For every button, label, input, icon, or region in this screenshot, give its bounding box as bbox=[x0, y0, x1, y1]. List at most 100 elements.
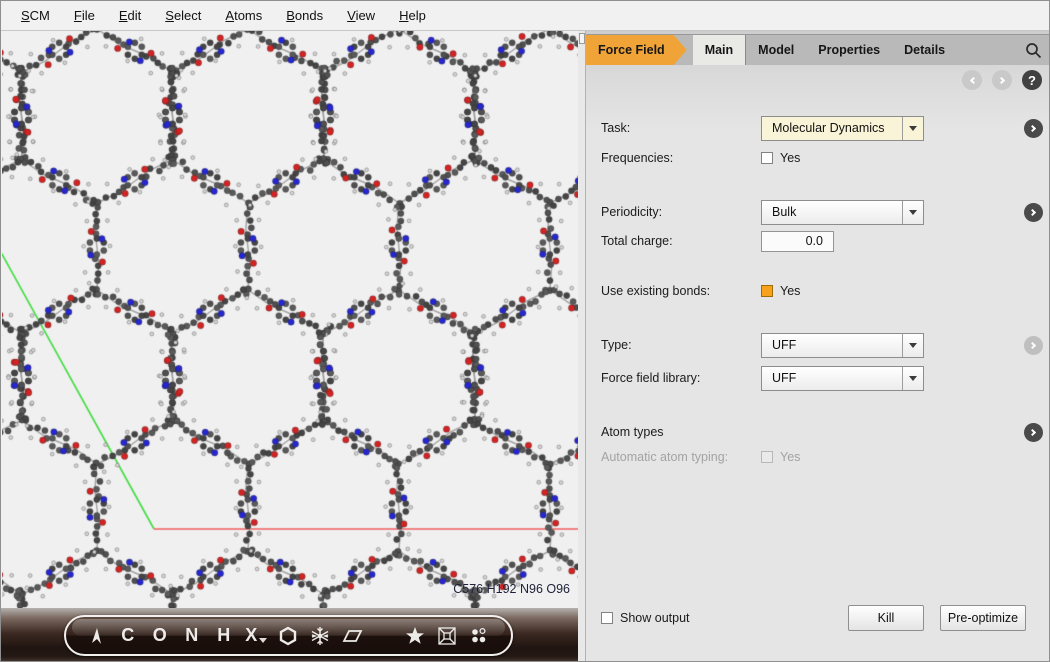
help-button[interactable]: ? bbox=[1022, 70, 1042, 90]
menu-scm[interactable]: SCM bbox=[11, 4, 60, 27]
chevron-right-icon bbox=[1029, 428, 1036, 435]
dropdown-arrow-icon[interactable] bbox=[902, 367, 923, 390]
row-use-existing-bonds: Use existing bonds: Yes bbox=[601, 278, 1043, 304]
element-c-label: C bbox=[121, 625, 135, 646]
row-total-charge: Total charge: bbox=[601, 228, 1043, 254]
element-c-button[interactable]: C bbox=[115, 621, 141, 651]
menu-file[interactable]: File bbox=[64, 4, 105, 27]
periodicity-label: Periodicity: bbox=[601, 205, 761, 219]
row-frequencies: Frequencies: Yes bbox=[601, 145, 1043, 171]
caret-down-icon bbox=[259, 638, 267, 643]
nav-back-button[interactable] bbox=[962, 70, 982, 90]
use-existing-bonds-checkbox[interactable] bbox=[761, 285, 773, 297]
row-automatic-atom-typing: Automatic atom typing: Yes bbox=[601, 444, 1043, 470]
periodicity-dropdown[interactable]: Bulk bbox=[761, 200, 924, 225]
pointer-icon[interactable] bbox=[83, 621, 109, 651]
show-output-checkbox[interactable] bbox=[601, 612, 613, 624]
periodicity-detail-button[interactable] bbox=[1024, 203, 1043, 222]
tab-main[interactable]: Main bbox=[693, 35, 745, 65]
total-charge-label: Total charge: bbox=[601, 234, 761, 248]
force-field-library-value: UFF bbox=[762, 367, 902, 390]
type-value: UFF bbox=[762, 334, 902, 357]
element-n-label: N bbox=[185, 625, 199, 646]
task-value: Molecular Dynamics bbox=[762, 117, 902, 140]
row-task: Task: Molecular Dynamics bbox=[601, 115, 1043, 141]
kill-button[interactable]: Kill bbox=[848, 605, 924, 631]
dropdown-arrow-icon[interactable] bbox=[902, 334, 923, 357]
ring-icon[interactable] bbox=[275, 621, 301, 651]
row-force-field-library: Force field library: UFF bbox=[601, 365, 1043, 391]
force-field-library-label: Force field library: bbox=[601, 371, 761, 385]
settings-panel: Force Field Main Model Properties Detail… bbox=[578, 31, 1050, 662]
search-icon[interactable] bbox=[1025, 35, 1050, 65]
dropdown-arrow-icon[interactable] bbox=[902, 201, 923, 224]
viewer-toolbar: C O N H X bbox=[64, 615, 513, 656]
element-n-button[interactable]: N bbox=[179, 621, 205, 651]
panel-body: Force Field Main Model Properties Detail… bbox=[586, 31, 1050, 662]
plane-icon[interactable] bbox=[339, 621, 365, 651]
task-dropdown[interactable]: Molecular Dynamics bbox=[761, 116, 924, 141]
tab-details[interactable]: Details bbox=[892, 35, 957, 65]
chevron-right-icon bbox=[1029, 124, 1036, 131]
tabbar: Force Field Main Model Properties Detail… bbox=[586, 34, 1050, 65]
menubar: SCM File Edit Select Atoms Bonds View He… bbox=[1, 1, 1049, 31]
force-field-library-dropdown[interactable]: UFF bbox=[761, 366, 924, 391]
show-output-label: Show output bbox=[620, 611, 690, 625]
element-h-label: H bbox=[217, 625, 231, 646]
automatic-atom-typing-label: Automatic atom typing: bbox=[601, 450, 761, 464]
menu-view[interactable]: View bbox=[337, 4, 385, 27]
dropdown-arrow-icon[interactable] bbox=[902, 117, 923, 140]
task-detail-button[interactable] bbox=[1024, 119, 1043, 138]
type-label: Type: bbox=[601, 338, 761, 352]
menu-select[interactable]: Select bbox=[155, 4, 211, 27]
type-dropdown[interactable]: UFF bbox=[761, 333, 924, 358]
nav-forward-button[interactable] bbox=[992, 70, 1012, 90]
panel-splitter[interactable] bbox=[578, 31, 586, 662]
tab-properties[interactable]: Properties bbox=[806, 35, 892, 65]
help-icon: ? bbox=[1028, 74, 1036, 87]
snowflake-icon[interactable] bbox=[307, 621, 333, 651]
preoptimize-button[interactable]: Pre-optimize bbox=[940, 605, 1026, 631]
type-detail-button[interactable] bbox=[1024, 336, 1043, 355]
formula-label: C576 H192 N96 O96 bbox=[453, 582, 570, 596]
row-type: Type: UFF bbox=[601, 332, 1043, 358]
atom-types-detail-button[interactable] bbox=[1024, 423, 1043, 442]
row-periodicity: Periodicity: Bulk bbox=[601, 199, 1043, 225]
chevron-left-icon bbox=[969, 76, 976, 83]
menu-help[interactable]: Help bbox=[389, 4, 436, 27]
atom-types-label: Atom types bbox=[601, 425, 664, 439]
menu-edit[interactable]: Edit bbox=[109, 4, 151, 27]
cell-icon[interactable] bbox=[434, 621, 460, 651]
frequencies-checkbox-label: Yes bbox=[780, 151, 800, 165]
use-existing-bonds-checkbox-label: Yes bbox=[780, 284, 800, 298]
molecule-canvas[interactable] bbox=[2, 31, 578, 608]
automatic-atom-typing-checkbox-label: Yes bbox=[780, 450, 800, 464]
chevron-right-icon bbox=[1029, 208, 1036, 215]
star-icon[interactable] bbox=[402, 621, 428, 651]
frequencies-label: Frequencies: bbox=[601, 151, 761, 165]
element-o-button[interactable]: O bbox=[147, 621, 173, 651]
molecules-icon[interactable] bbox=[466, 621, 492, 651]
menu-bonds[interactable]: Bonds bbox=[276, 4, 333, 27]
splitter-grip[interactable] bbox=[579, 33, 585, 44]
tab-model[interactable]: Model bbox=[745, 35, 806, 65]
panel-footer: Show output Kill Pre-optimize bbox=[601, 605, 1043, 631]
toolbar-band: C O N H X bbox=[1, 608, 578, 662]
element-h-button[interactable]: H bbox=[211, 621, 237, 651]
periodicity-value: Bulk bbox=[762, 201, 902, 224]
molecule-viewer[interactable]: C576 H192 N96 O96 bbox=[2, 31, 578, 608]
task-label: Task: bbox=[601, 121, 761, 135]
chevron-right-icon bbox=[1029, 341, 1036, 348]
menu-atoms[interactable]: Atoms bbox=[215, 4, 272, 27]
nav-row: ? bbox=[962, 70, 1042, 90]
module-tab-force-field[interactable]: Force Field bbox=[586, 35, 687, 65]
element-x-label: X bbox=[245, 625, 258, 646]
frequencies-checkbox[interactable] bbox=[761, 152, 773, 164]
app-window: SCM File Edit Select Atoms Bonds View He… bbox=[0, 0, 1050, 662]
automatic-atom-typing-checkbox[interactable] bbox=[761, 451, 773, 463]
element-x-picker-button[interactable]: X bbox=[243, 621, 269, 651]
chevron-right-icon bbox=[997, 76, 1004, 83]
total-charge-input[interactable] bbox=[761, 231, 834, 252]
use-existing-bonds-label: Use existing bonds: bbox=[601, 284, 761, 298]
element-o-label: O bbox=[153, 625, 168, 646]
